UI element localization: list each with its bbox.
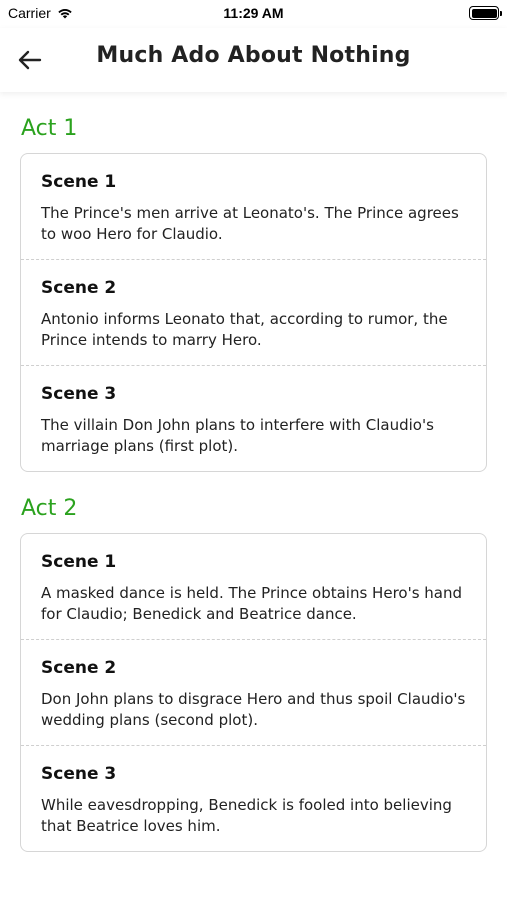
status-bar: Carrier 11:29 AM — [0, 0, 507, 28]
scene-item[interactable]: Scene 3 The villain Don John plans to in… — [21, 366, 486, 471]
act-title: Act 1 — [21, 116, 78, 141]
acts-list[interactable]: Act 1 Scene 1 The Prince's men arrive at… — [0, 92, 507, 900]
scene-description: Don John plans to disgrace Hero and thus… — [41, 690, 466, 729]
scene-description: The villain Don John plans to interfere … — [41, 416, 434, 455]
battery-icon — [469, 6, 502, 20]
scene-title: Scene 1 — [41, 172, 117, 192]
scene-description: Antonio informs Leonato that, according … — [41, 310, 448, 349]
scene-item[interactable]: Scene 1 A masked dance is held. The Prin… — [21, 534, 486, 640]
scene-title: Scene 3 — [41, 764, 117, 784]
act-section: Act 2 Scene 1 A masked dance is held. Th… — [0, 496, 507, 852]
scene-title: Scene 2 — [41, 658, 117, 678]
scene-title: Scene 2 — [41, 278, 117, 298]
act-section: Act 1 Scene 1 The Prince's men arrive at… — [0, 116, 507, 472]
scene-card: Scene 1 A masked dance is held. The Prin… — [20, 533, 487, 852]
scene-title: Scene 1 — [41, 552, 117, 572]
page-title: Much Ado About Nothing — [96, 43, 411, 68]
nav-bar: Much Ado About Nothing — [0, 28, 507, 92]
scene-card: Scene 1 The Prince's men arrive at Leona… — [20, 153, 487, 472]
scene-item[interactable]: Scene 1 The Prince's men arrive at Leona… — [21, 154, 486, 260]
scene-item[interactable]: Scene 2 Don John plans to disgrace Hero … — [21, 640, 486, 746]
scene-title: Scene 3 — [41, 384, 117, 404]
status-right — [469, 6, 502, 20]
scene-item[interactable]: Scene 2 Antonio informs Leonato that, ac… — [21, 260, 486, 366]
scene-item[interactable]: Scene 3 While eavesdropping, Benedick is… — [21, 746, 486, 851]
act-title: Act 2 — [21, 496, 78, 521]
scene-description: While eavesdropping, Benedick is fooled … — [41, 796, 452, 835]
scene-description: The Prince's men arrive at Leonato's. Th… — [41, 204, 459, 243]
status-time: 11:29 AM — [223, 5, 284, 21]
scene-description: A masked dance is held. The Prince obtai… — [41, 584, 463, 623]
